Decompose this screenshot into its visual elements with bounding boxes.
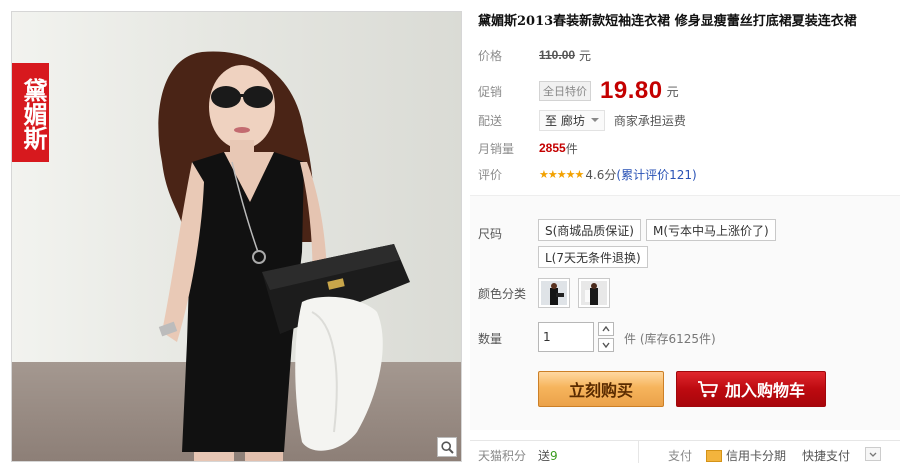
quantity-input[interactable]: 1 [538, 322, 594, 352]
promo-unit: 元 [666, 84, 679, 99]
rating-label: 评价 [478, 167, 503, 182]
rating-stars: ★★★★★ [539, 167, 584, 181]
purchase-options: 尺码 S(商城品质保证) M(亏本中马上涨价了) L(7天无条件退换) 颜色分类… [470, 195, 900, 430]
shipping-note: 商家承担运费 [613, 113, 686, 128]
promo-tag: 全日特价 [539, 81, 591, 101]
size-option-l[interactable]: L(7天无条件退换) [538, 246, 648, 268]
reviews-link[interactable]: (累计评价121) [616, 166, 696, 183]
points-value: 送9 [538, 447, 558, 464]
rating-row: 评价 ★★★★★ 4.6分 (累计评价121) [478, 163, 697, 185]
original-price: 110.00 [539, 48, 576, 62]
color-swatch-black[interactable] [538, 278, 570, 308]
quantity-label: 数量 [478, 332, 503, 346]
size-label: 尺码 [478, 227, 503, 241]
product-image[interactable]: 黛媚斯 [11, 11, 462, 462]
chevron-down-icon [869, 452, 877, 457]
credit-card-icon [706, 449, 722, 462]
buy-now-label: 立刻购买 [568, 381, 633, 400]
quantity-decrease-button[interactable] [598, 338, 614, 352]
add-to-cart-label: 加入购物车 [724, 381, 805, 400]
points-label: 天猫积分 [478, 449, 527, 463]
color-swatch-white[interactable] [578, 278, 610, 308]
zoom-button[interactable] [437, 437, 457, 457]
shipping-label: 配送 [478, 113, 503, 128]
size-option-m[interactable]: M(亏本中马上涨价了) [646, 219, 776, 241]
sales-unit: 件 [565, 141, 578, 156]
price-label: 价格 [478, 48, 503, 63]
pay-credit-card-option[interactable]: 信用卡分期 [706, 447, 786, 464]
brand-tag: 黛媚斯 [12, 63, 49, 162]
promo-label: 促销 [478, 84, 503, 99]
points-prefix: 送 [538, 449, 551, 463]
zoom-icon [440, 440, 454, 454]
pay-label: 支付 [668, 449, 693, 463]
color-thumb-black [541, 281, 567, 305]
plus-icon [602, 326, 610, 332]
price-unit: 元 [579, 48, 592, 63]
pay-more-button[interactable] [865, 447, 881, 461]
chevron-down-icon [590, 118, 599, 122]
shipping-row: 配送 至 廊坊 商家承担运费 [478, 109, 686, 131]
model-figure [158, 51, 410, 461]
price-row: 价格 110.00 元 [478, 44, 591, 66]
color-label: 颜色分类 [478, 287, 527, 301]
cart-icon [697, 380, 719, 398]
sales-row: 月销量 2855 件 [478, 137, 578, 159]
buy-now-button[interactable]: 立刻购买 [538, 371, 664, 407]
sales-count: 2855 [539, 141, 566, 155]
points-number: 9 [550, 449, 558, 463]
pay-card-label: 信用卡分期 [726, 449, 787, 463]
rating-score: 4.6分 [585, 167, 617, 182]
size-option-s[interactable]: S(商城品质保证) [538, 219, 641, 241]
add-to-cart-button[interactable]: 加入购物车 [676, 371, 826, 407]
footer-strip: 天猫积分 送9 支付 信用卡分期 快捷支付 [470, 440, 900, 463]
color-thumb-white [581, 281, 607, 305]
quantity-increase-button[interactable] [598, 322, 614, 336]
sales-label: 月销量 [478, 141, 515, 156]
shipping-destination: 至 廊坊 [545, 113, 585, 128]
stock-info: 件 (库存6125件) [624, 332, 716, 346]
shipping-destination-select[interactable]: 至 廊坊 [539, 109, 605, 131]
product-title: 黛媚斯2013春装新款短袖连衣裙 修身显瘦蕾丝打底裙夏装连衣裙 [478, 14, 857, 29]
promo-row: 促销 全日特价 19.80 元 [478, 77, 679, 104]
pay-quick-option[interactable]: 快捷支付 [802, 447, 850, 464]
divider [638, 441, 639, 463]
minus-icon [602, 342, 610, 348]
promo-price: 19.80 [600, 77, 663, 104]
